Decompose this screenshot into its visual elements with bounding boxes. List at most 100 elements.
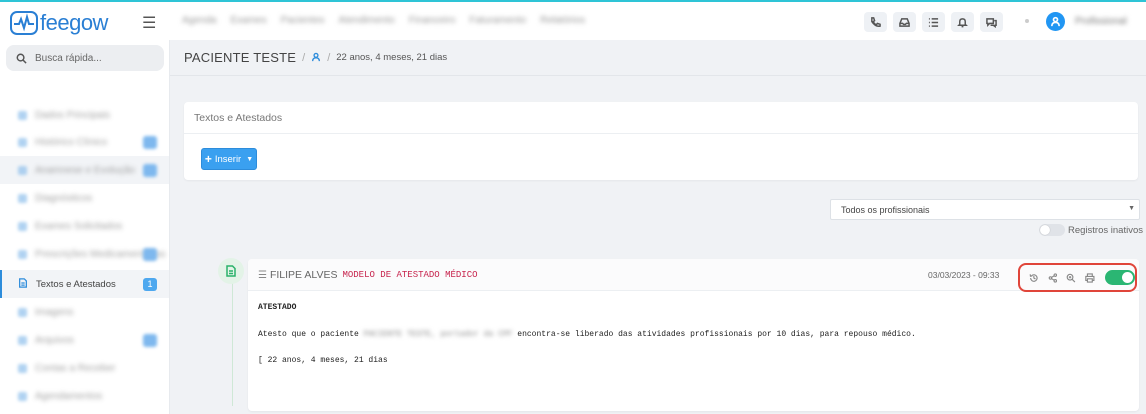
insert-label: Inserir [214,153,242,165]
text-segment: encontra-se liberado das atividades prof… [517,330,916,339]
user-avatar[interactable] [1046,12,1065,31]
sidebar-item[interactable]: Diagnósticos [0,184,169,212]
pulse-logo-icon [10,11,38,35]
list-icon [928,17,939,27]
sidebar-item-textos-atestados[interactable]: Textos e Atestados 1 [0,270,169,298]
document-icon [18,275,28,293]
sidebar-item-label: Textos e Atestados [36,278,116,290]
inbox-icon [899,17,910,27]
breadcrumb-separator: / [327,51,331,64]
textos-panel: Textos e Atestados + Inserir ▼ [184,102,1138,180]
menu-item-icon [18,165,27,175]
sidebar-item-label: Contas a Receber [35,362,116,374]
toolbar-icons [864,12,1003,32]
patient-age: 22 anos, 4 meses, 21 dias [336,52,448,63]
share-icon[interactable] [1048,272,1058,283]
professional-select-value: Todos os profissionais [841,204,930,215]
chevron-down-icon: ▼ [1128,205,1135,212]
quick-search[interactable] [6,45,164,71]
notifications-button[interactable] [951,12,974,32]
sidebar-item-label: Diagnósticos [35,192,93,204]
sidebar-item[interactable]: Histórico Clínico [0,128,169,156]
top-navigation: Agenda Exames Pacientes Atendimento Fina… [182,15,585,26]
print-icon[interactable] [1085,272,1095,283]
sidebar-item-label: Anamnese e Evolução [35,164,136,176]
zoom-icon[interactable] [1066,273,1076,283]
document-actions [1018,263,1137,292]
sidebar: Dados Principais Histórico Clínico Anamn… [0,40,170,414]
patient-name[interactable]: PACIENTE TESTE [184,50,296,65]
sidebar-item-label: Histórico Clínico [35,136,108,148]
toggle-knob [1122,272,1133,283]
count-badge [143,135,157,149]
timeline-line [232,278,233,406]
document-datetime: 03/03/2023 - 09:33 [928,270,1000,280]
active-toggle[interactable] [1104,270,1135,285]
sidebar-item[interactable]: Arquivos [0,326,169,354]
sidebar-item[interactable]: Prescrições Medicamentosas [0,240,169,268]
sidebar-item[interactable]: Anamnese e Evolução [0,156,169,184]
count-badge [143,333,157,347]
nav-item[interactable]: Atendimento [339,15,395,26]
sidebar-item[interactable]: Contas a Receber [0,354,169,382]
menu-item-icon [18,335,27,345]
feegow-logo[interactable]: feegow [10,10,108,36]
sidebar-item[interactable]: Agendamentos [0,382,169,410]
user-icon[interactable] [311,49,321,67]
plus-icon: + [204,152,212,166]
insert-button[interactable]: + Inserir ▼ [201,148,257,170]
chat-icon [986,17,997,28]
inactive-records-toggle[interactable] [1039,224,1065,236]
phone-icon [871,16,881,27]
sidebar-item-label: Imagens [35,306,74,318]
sidebar-item-label: Dados Principais [35,109,111,121]
toggle-knob [1040,225,1050,235]
document-age-line: [ 22 anos, 4 meses, 21 dias [258,356,388,365]
document-title: ☰ FILIPE ALVES MODELO DE ATESTADO MÉDICO [258,269,478,281]
count-badge [143,163,157,177]
sidebar-item-label: Arquivos [35,334,74,346]
sidebar-item-label: Agendamentos [35,390,103,402]
sidebar-item[interactable]: Dados Principais [0,101,169,129]
document-card: ☰ FILIPE ALVES MODELO DE ATESTADO MÉDICO… [248,259,1139,411]
sidebar-item-label: Exames Solicitados [35,220,123,232]
user-name[interactable]: Profissional [1075,16,1127,27]
text-segment: Atesto que o paciente [258,330,359,339]
sidebar-item[interactable]: Imagens [0,298,169,326]
inbox-button[interactable] [893,12,916,32]
top-header: feegow ☰ Agenda Exames Pacientes Atendim… [0,2,1146,40]
history-icon[interactable] [1029,273,1039,283]
nav-item[interactable]: Relatórios [540,15,585,26]
professional-select[interactable]: Todos os profissionais ▼ [830,199,1140,220]
drag-handle-icon[interactable]: ☰ [258,270,267,281]
status-dot [1025,19,1029,23]
chat-button[interactable] [980,12,1003,32]
redacted-text: PACIENTE TESTE, portador da CPF [363,330,513,339]
menu-toggle-icon[interactable]: ☰ [142,13,156,33]
search-input[interactable] [35,52,155,64]
logo-text: feegow [40,10,108,35]
count-badge: 1 [143,277,157,291]
menu-item-icon [18,193,27,203]
chevron-down-icon: ▼ [246,155,254,163]
count-badge [143,247,157,261]
professional-name: FILIPE ALVES [269,269,338,281]
search-icon [16,53,27,64]
sidebar-item[interactable]: Exames Solicitados [0,212,169,240]
bell-icon [957,17,968,27]
menu-item-icon [18,391,27,401]
inactive-records-label: Registros inativos [1068,225,1143,236]
menu-item-icon [18,363,27,373]
nav-item[interactable]: Faturamento [469,15,526,26]
nav-item[interactable]: Agenda [182,15,216,26]
nav-item[interactable]: Pacientes [281,15,325,26]
panel-title: Textos e Atestados [184,102,1138,134]
document-header: ☰ FILIPE ALVES MODELO DE ATESTADO MÉDICO… [248,259,1139,292]
phone-button[interactable] [864,12,887,32]
nav-item[interactable]: Exames [230,15,266,26]
model-name: MODELO DE ATESTADO MÉDICO [342,270,478,280]
nav-item[interactable]: Financeiro [409,15,456,26]
list-button[interactable] [922,12,945,32]
menu-item-icon [18,307,27,317]
breadcrumb-separator: / [302,51,306,64]
